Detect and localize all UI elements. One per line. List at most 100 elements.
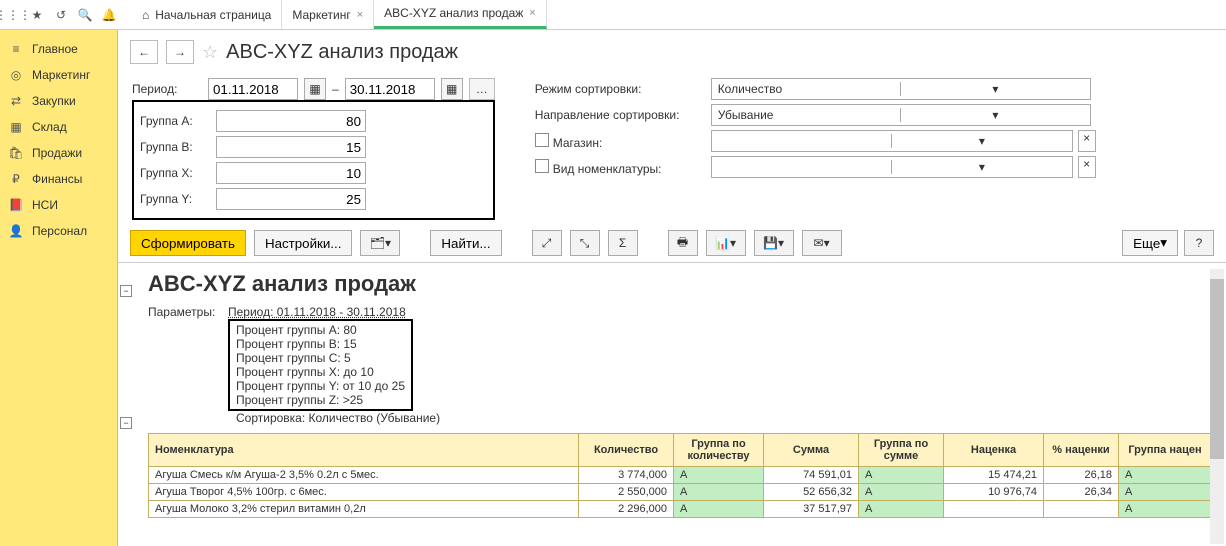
cell-grp-qty: A bbox=[674, 501, 764, 518]
table-row[interactable]: Агуша Творог 4,5% 100гр. с 6мес.2 550,00… bbox=[149, 484, 1212, 501]
expand-all-button[interactable]: ⤢ bbox=[532, 230, 562, 256]
bell-icon[interactable]: 🔔 bbox=[100, 6, 118, 24]
collapse-toggle[interactable]: − bbox=[120, 417, 132, 429]
sidebar-item-warehouse[interactable]: ▦Склад bbox=[0, 114, 117, 140]
period-choose-button[interactable]: … bbox=[469, 78, 495, 100]
group-x-input[interactable] bbox=[216, 162, 366, 184]
cell-grp-margin: A bbox=[1119, 501, 1212, 518]
clear-icon[interactable]: × bbox=[1078, 156, 1096, 178]
scroll-thumb[interactable] bbox=[1210, 279, 1224, 459]
collapse-all-button[interactable]: ⤡ bbox=[570, 230, 600, 256]
cell-margin-pct bbox=[1044, 501, 1119, 518]
sidebar-item-label: Финансы bbox=[32, 172, 82, 186]
email-button[interactable]: ✉▾ bbox=[802, 230, 842, 256]
sort-mode-select[interactable]: Количество▾ bbox=[711, 78, 1091, 100]
chevron-down-icon[interactable]: ▾ bbox=[891, 134, 1072, 148]
tab-abcxyz[interactable]: ABC-XYZ анализ продаж × bbox=[374, 0, 547, 29]
sidebar-item-label: Продажи bbox=[32, 146, 82, 160]
params-period: Период: 01.11.2018 - 30.11.2018 bbox=[228, 305, 406, 319]
group-x-label: Группа X: bbox=[140, 166, 210, 180]
more-button[interactable]: Еще ▾ bbox=[1122, 230, 1178, 256]
menu-icon: ≡ bbox=[8, 42, 24, 56]
sidebar-item-personnel[interactable]: 👤Персонал bbox=[0, 218, 117, 244]
param-line: Процент группы C: 5 bbox=[236, 351, 405, 365]
variants-button[interactable]: 🗂▾ bbox=[360, 230, 400, 256]
search-icon[interactable]: 🔍 bbox=[76, 6, 94, 24]
nomtype-checkbox[interactable] bbox=[535, 159, 549, 173]
chevron-down-icon[interactable]: ▾ bbox=[900, 108, 1090, 122]
history-icon[interactable]: ↺ bbox=[52, 6, 70, 24]
star-icon[interactable]: ★ bbox=[28, 6, 46, 24]
nomtype-label: Вид номенклатуры: bbox=[535, 159, 705, 176]
sidebar-item-label: НСИ bbox=[32, 198, 58, 212]
cell-name: Агуша Молоко 3,2% стерил витамин 0,2л bbox=[149, 501, 579, 518]
col-grp-margin: Группа нацен bbox=[1119, 434, 1212, 467]
group-b-label: Группа B: bbox=[140, 140, 210, 154]
sidebar-item-purchases[interactable]: ⇄Закупки bbox=[0, 88, 117, 114]
close-icon[interactable]: × bbox=[529, 7, 535, 19]
report-title: ABC-XYZ анализ продаж bbox=[148, 271, 1214, 297]
favorite-icon[interactable]: ☆ bbox=[202, 42, 218, 63]
vertical-scrollbar[interactable] bbox=[1210, 269, 1224, 544]
col-grp-sum: Группа по сумме bbox=[859, 434, 944, 467]
group-b-input[interactable] bbox=[216, 136, 366, 158]
find-button[interactable]: Найти... bbox=[430, 230, 501, 256]
close-icon[interactable]: × bbox=[357, 9, 363, 21]
period-sep: – bbox=[332, 82, 339, 96]
cell-grp-margin: A bbox=[1119, 467, 1212, 484]
nomtype-select[interactable]: ▾ bbox=[711, 156, 1073, 178]
col-margin-pct: % наценки bbox=[1044, 434, 1119, 467]
period-to-input[interactable] bbox=[345, 78, 435, 100]
tab-marketing[interactable]: Маркетинг × bbox=[282, 0, 374, 29]
grid-icon: ▦ bbox=[8, 120, 24, 134]
bag-icon: 🛍 bbox=[8, 146, 24, 160]
chevron-down-icon[interactable]: ▾ bbox=[891, 160, 1072, 174]
cell-margin: 15 474,21 bbox=[944, 467, 1044, 484]
tab-home[interactable]: ⌂ Начальная страница bbox=[132, 0, 282, 29]
collapse-toggle[interactable]: − bbox=[120, 285, 132, 297]
group-a-input[interactable] bbox=[216, 110, 366, 132]
col-qty: Количество bbox=[579, 434, 674, 467]
sum-button[interactable]: Σ bbox=[608, 230, 638, 256]
cell-grp-qty: A bbox=[674, 484, 764, 501]
period-from-input[interactable] bbox=[208, 78, 298, 100]
calendar-icon[interactable]: ▦ bbox=[441, 78, 463, 100]
person-icon: 👤 bbox=[8, 224, 24, 238]
sidebar-item-nsi[interactable]: 📕 НСИ bbox=[0, 192, 117, 218]
book-icon: 📕 bbox=[8, 198, 24, 212]
cell-qty: 3 774,000 bbox=[579, 467, 674, 484]
sidebar-item-sales[interactable]: 🛍 Продажи bbox=[0, 140, 117, 166]
run-button[interactable]: Сформировать bbox=[130, 230, 246, 256]
sidebar-item-finance[interactable]: ₽Финансы bbox=[0, 166, 117, 192]
group-y-input[interactable] bbox=[216, 188, 366, 210]
sidebar-item-marketing[interactable]: ◎Маркетинг bbox=[0, 62, 117, 88]
col-sum: Сумма bbox=[764, 434, 859, 467]
table-row[interactable]: Агуша Молоко 3,2% стерил витамин 0,2л2 2… bbox=[149, 501, 1212, 518]
shop-checkbox[interactable] bbox=[535, 133, 549, 147]
shop-select[interactable]: ▾ bbox=[711, 130, 1073, 152]
cell-grp-sum: A bbox=[859, 501, 944, 518]
sidebar-item-main[interactable]: ≡Главное bbox=[0, 36, 117, 62]
back-button[interactable]: ← bbox=[130, 40, 158, 64]
group-y-label: Группа Y: bbox=[140, 192, 210, 206]
home-icon: ⌂ bbox=[142, 8, 149, 22]
cell-name: Агуша Творог 4,5% 100гр. с 6мес. bbox=[149, 484, 579, 501]
cell-margin-pct: 26,34 bbox=[1044, 484, 1119, 501]
chevron-down-icon[interactable]: ▾ bbox=[900, 82, 1090, 96]
table-row[interactable]: Агуша Смесь к/м Агуша-2 3,5% 0.2л с 5мес… bbox=[149, 467, 1212, 484]
help-button[interactable]: ? bbox=[1184, 230, 1214, 256]
calendar-icon[interactable]: ▦ bbox=[304, 78, 326, 100]
chart-button[interactable]: 📊▾ bbox=[706, 230, 746, 256]
tab-abcxyz-label: ABC-XYZ анализ продаж bbox=[384, 6, 523, 20]
cell-margin bbox=[944, 501, 1044, 518]
save-button[interactable]: 💾▾ bbox=[754, 230, 794, 256]
apps-icon[interactable]: ⋮⋮⋮ bbox=[4, 6, 22, 24]
sort-dir-select[interactable]: Убывание▾ bbox=[711, 104, 1091, 126]
forward-button[interactable]: → bbox=[166, 40, 194, 64]
clear-icon[interactable]: × bbox=[1078, 130, 1096, 152]
print-button[interactable]: 🖶 bbox=[668, 230, 698, 256]
col-nom: Номенклатура bbox=[149, 434, 579, 467]
settings-button[interactable]: Настройки... bbox=[254, 230, 352, 256]
cell-grp-sum: A bbox=[859, 467, 944, 484]
cell-qty: 2 550,000 bbox=[579, 484, 674, 501]
